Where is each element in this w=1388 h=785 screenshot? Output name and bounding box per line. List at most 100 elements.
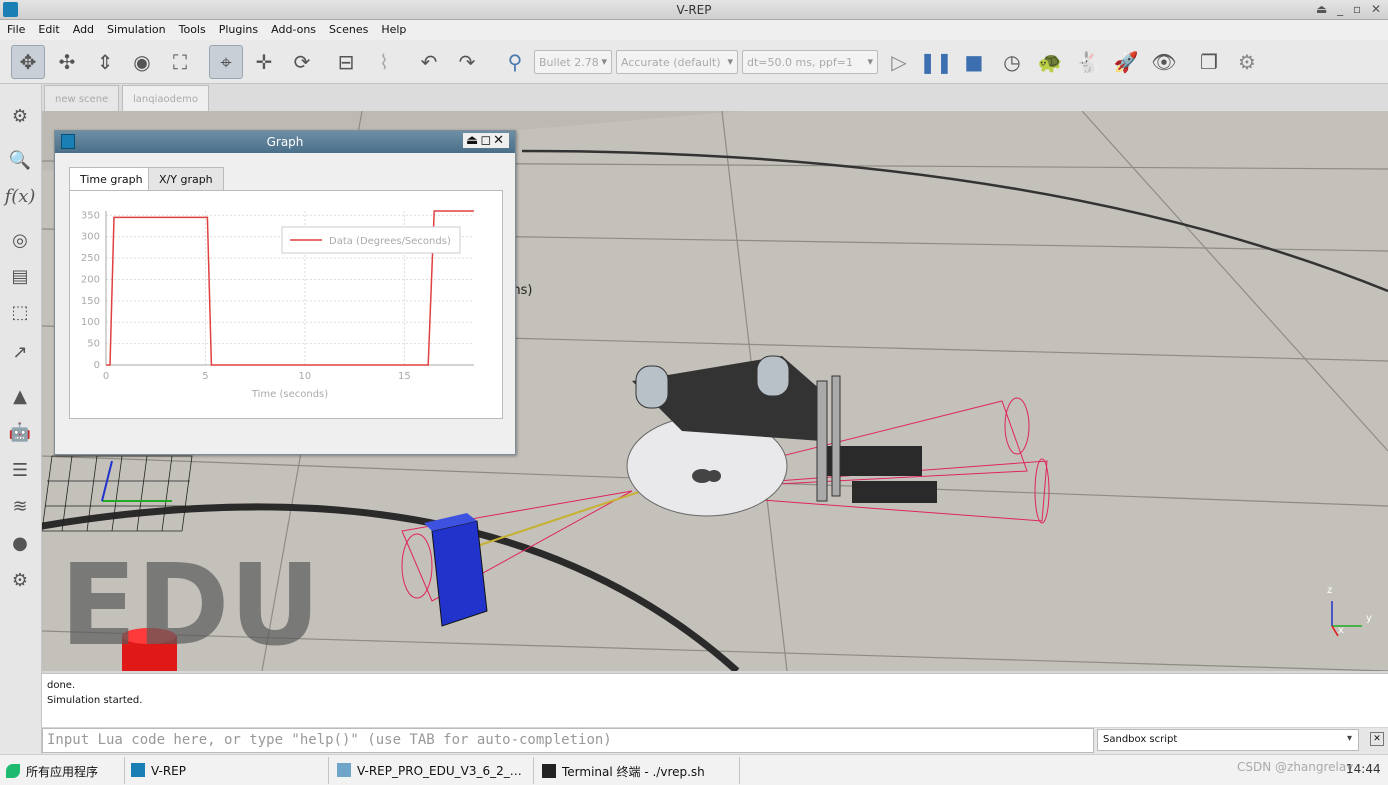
- user-settings-icon[interactable]: ⚙: [4, 564, 36, 596]
- taskbar-item-vrep[interactable]: V-REP: [124, 757, 329, 784]
- y-tick-label: 150: [81, 296, 100, 307]
- graph-panel: 350 300 250 200 150 100 50 0 0 5 10 15 Time (seconds…: [69, 190, 503, 419]
- pause-simulation-icon[interactable]: ❚❚: [919, 45, 953, 79]
- menu-plugins[interactable]: Plugins: [212, 20, 264, 36]
- realtime-icon[interactable]: ◷: [995, 45, 1029, 79]
- graph-window-icon: [61, 134, 75, 149]
- scene-selector-icon[interactable]: ⚙: [1230, 45, 1264, 79]
- simulation-settings-icon[interactable]: ⚙: [4, 100, 36, 132]
- lua-command-input[interactable]: Input Lua code here, or type "help()" (u…: [42, 728, 1094, 753]
- console-line: done.: [47, 680, 76, 691]
- menu-addons[interactable]: Add-ons: [264, 20, 322, 36]
- start-menu-label: 所有应用程序: [26, 765, 99, 779]
- terminal-icon: [542, 764, 556, 778]
- menu-bar: File Edit Add Simulation Tools Plugins Add-ons…: [0, 20, 1388, 40]
- timestep-select[interactable]: dt=50.0 ms, ppf=1: [742, 50, 878, 74]
- vrep-app-icon: [131, 763, 145, 777]
- fit-to-view-icon[interactable]: ⛶: [163, 45, 197, 79]
- menu-tools[interactable]: Tools: [172, 20, 212, 36]
- tab-xy-graph[interactable]: X/Y graph: [148, 167, 224, 191]
- taskbar-item-label: Terminal 终端 - ./vrep.sh: [562, 765, 705, 779]
- graph-window: Graph ⏏◻✕ Time graph X/Y graph 350 300 250…: [54, 130, 516, 455]
- slow-down-icon[interactable]: 🐢: [1033, 45, 1067, 79]
- y-tick-label: 300: [81, 232, 100, 243]
- axis-label-z: z: [1327, 585, 1333, 596]
- video-recorder-icon[interactable]: ●: [4, 527, 36, 559]
- visualization-toggle-icon[interactable]: 👁: [1147, 45, 1181, 79]
- window-controls[interactable]: ⏏ _ ▫ ✕: [1316, 2, 1384, 16]
- scene-hierarchy-icon[interactable]: ☰: [4, 454, 36, 486]
- path-edit-icon[interactable]: ↗: [4, 336, 36, 368]
- collections-icon[interactable]: ◎: [4, 224, 36, 256]
- tab-time-graph[interactable]: Time graph: [69, 167, 154, 191]
- edu-watermark: EDU: [60, 541, 321, 671]
- graph-title: Graph: [266, 135, 304, 149]
- script-type-select[interactable]: Sandbox script: [1097, 729, 1359, 751]
- y-tick-label: 200: [81, 274, 100, 285]
- legend-label: Data (Degrees/Seconds): [329, 236, 451, 247]
- title-bar: V-REP ⏏ _ ▫ ✕: [0, 0, 1388, 20]
- start-simulation-icon[interactable]: ▷: [882, 45, 916, 79]
- scripts-icon[interactable]: ▤: [4, 260, 36, 292]
- stop-simulation-icon[interactable]: ■: [957, 45, 991, 79]
- click-select-icon[interactable]: ⌖: [209, 45, 243, 79]
- engine-accuracy-select[interactable]: Accurate (default): [616, 50, 738, 74]
- graph-title-bar[interactable]: Graph ⏏◻✕: [55, 131, 515, 153]
- dynamics-toggle-icon[interactable]: ⚲: [498, 45, 532, 79]
- start-menu-button[interactable]: 所有应用程序: [0, 757, 122, 784]
- menu-edit[interactable]: Edit: [31, 20, 65, 36]
- y-tick-label: 0: [94, 360, 100, 371]
- shape-edit-icon[interactable]: ⬚: [4, 296, 36, 328]
- tab-new-scene[interactable]: new scene: [44, 85, 120, 111]
- camera-rotate-icon[interactable]: ✣: [50, 45, 84, 79]
- redo-icon[interactable]: ↷: [450, 45, 484, 79]
- zoom-icon[interactable]: 🔍: [4, 144, 36, 176]
- folder-icon: [337, 763, 351, 777]
- time-graph-chart: 350 300 250 200 150 100 50 00 5 10 15 Time (seconds…: [81, 210, 474, 400]
- main-toolbar: ✥ ✣ ⇕ ◉ ⛶ ⌖ ✛ ⟳ ⊟ ⌇ ↶ ↷ ⚲ Bullet 2.78 Ac…: [0, 40, 1388, 84]
- scene-tab-bar: new scene lanqiaodemo: [42, 84, 1388, 111]
- y-tick-label: 350: [81, 210, 100, 221]
- y-tick-label: 100: [81, 317, 100, 328]
- speed-up-icon[interactable]: 🐇: [1071, 45, 1105, 79]
- menu-file[interactable]: File: [0, 20, 31, 36]
- camera-angle-icon[interactable]: ◉: [125, 45, 159, 79]
- csdn-watermark: CSDN @zhangrelay: [1237, 760, 1354, 774]
- model-browser-icon[interactable]: ▲: [4, 380, 36, 412]
- assemble-icon[interactable]: ⊟: [329, 45, 363, 79]
- physics-engine-select[interactable]: Bullet 2.78: [534, 50, 612, 74]
- transfer-dna-icon[interactable]: ⌇: [367, 45, 401, 79]
- page-selector-icon[interactable]: ❐: [1192, 45, 1226, 79]
- clear-console-icon[interactable]: ✕: [1370, 732, 1384, 746]
- menu-scenes[interactable]: Scenes: [322, 20, 374, 36]
- object-shift-icon[interactable]: ✛: [247, 45, 281, 79]
- y-tick-label: 50: [87, 339, 100, 350]
- y-tick-label: 250: [81, 253, 100, 264]
- lua-command-bar: Input Lua code here, or type "help()" (u…: [42, 728, 1388, 754]
- taskbar-item-folder[interactable]: V-REP_PRO_EDU_V3_6_2_…: [331, 757, 534, 784]
- menu-simulation[interactable]: Simulation: [100, 20, 172, 36]
- x-tick-label: 0: [103, 371, 109, 382]
- window-title: V-REP: [676, 3, 712, 17]
- x-tick-label: 10: [299, 371, 312, 382]
- console-line: Simulation started.: [47, 695, 143, 706]
- tab-lanqiaodemo[interactable]: lanqiaodemo: [122, 85, 209, 111]
- graph-window-controls[interactable]: ⏏◻✕: [463, 133, 509, 148]
- undo-icon[interactable]: ↶: [412, 45, 446, 79]
- os-taskbar: 所有应用程序 V-REP V-REP_PRO_EDU_V3_6_2_… Term…: [0, 754, 1388, 785]
- thread-rendering-icon[interactable]: 🚀: [1109, 45, 1143, 79]
- x-axis-label: Time (seconds): [251, 389, 328, 400]
- status-console: done. Simulation started.: [42, 673, 1388, 727]
- object-rotate-icon[interactable]: ⟳: [285, 45, 319, 79]
- robot-icon[interactable]: 🤖: [4, 416, 36, 448]
- axis-label-y: y: [1366, 613, 1372, 624]
- menu-add[interactable]: Add: [66, 20, 100, 36]
- camera-pan-icon[interactable]: ✥: [11, 45, 45, 79]
- layers-icon[interactable]: ≋: [4, 490, 36, 522]
- left-toolbar: ⚙ 🔍 f(x) ◎ ▤ ⬚ ↗ ▲ 🤖 ☰ ≋ ● ⚙: [0, 84, 42, 754]
- menu-help[interactable]: Help: [374, 20, 412, 36]
- calculation-modules-icon[interactable]: f(x): [4, 180, 36, 212]
- taskbar-item-terminal[interactable]: Terminal 终端 - ./vrep.sh: [536, 757, 740, 784]
- camera-shift-icon[interactable]: ⇕: [88, 45, 122, 79]
- axis-label-x: x: [1338, 625, 1344, 636]
